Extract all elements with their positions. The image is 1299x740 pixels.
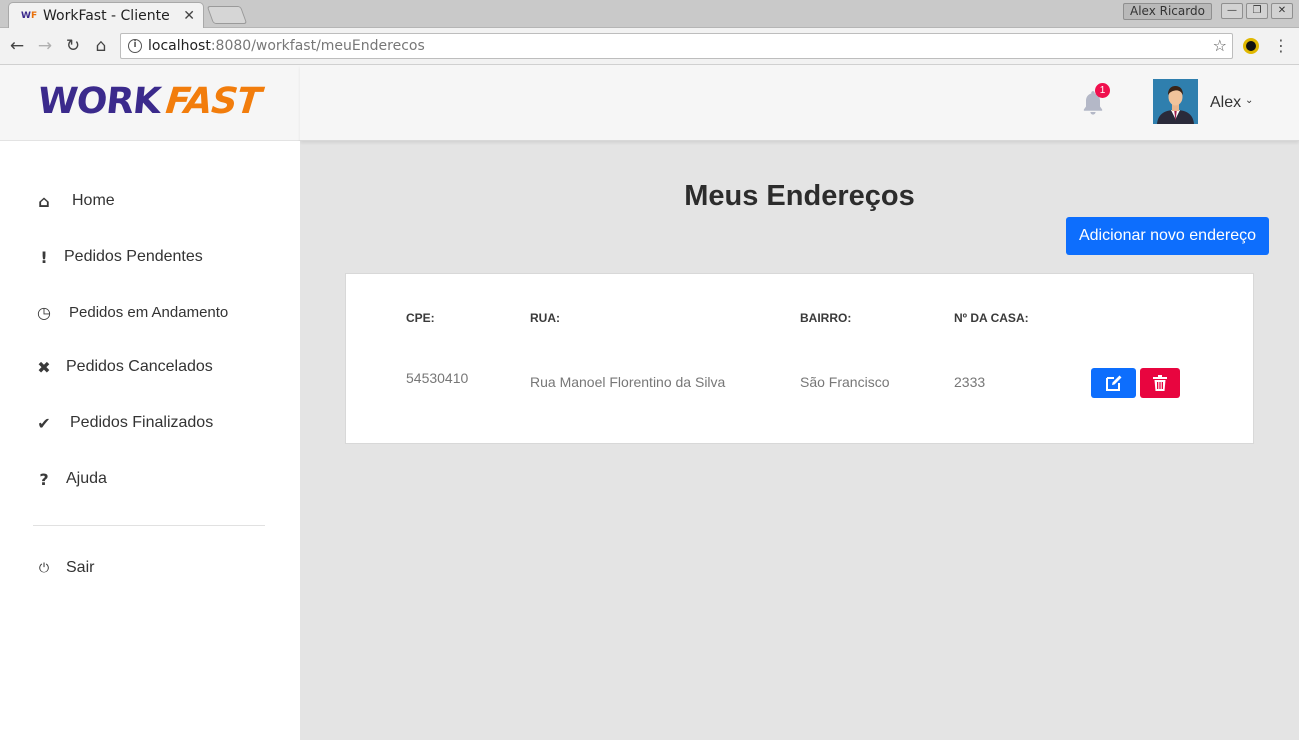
sidebar-item-pedidos-finalizados[interactable]: ✔ Pedidos Finalizados [33,411,213,435]
column-header-numero: Nº DA CASA: [954,311,1029,325]
favicon-icon: WF [21,10,38,21]
browser-tab-bar: WF WorkFast - Cliente ✕ Alex Ricardo — ❐… [0,0,1299,28]
clock-icon: ◷ [37,302,51,322]
sidebar-item-pedidos-pendentes[interactable]: ! Pedidos Pendentes [33,245,203,269]
sidebar-item-label: Pedidos Finalizados [70,414,214,431]
column-header-cep: CPE: [406,311,435,325]
info-icon[interactable]: i [128,39,142,53]
delete-address-button[interactable] [1140,368,1180,398]
edit-address-button[interactable] [1091,368,1136,398]
sidebar-item-label: Pedidos Cancelados [66,358,213,375]
new-tab-button[interactable] [206,6,248,24]
tab-close-icon[interactable]: ✕ [183,8,195,24]
times-icon: ✖ [37,357,51,377]
column-header-rua: RUA: [530,311,560,325]
page-title: Meus Endereços [684,180,915,212]
sidebar-item-sair[interactable]: ⏻ Sair [33,556,95,580]
sidebar-item-label: Pedidos em Andamento [69,303,229,321]
addresses-table: CPE: RUA: BAIRRO: Nº DA CASA: 54530410 R… [345,273,1254,444]
bookmark-star-icon[interactable]: ☆ [1213,36,1227,55]
app-header: 1 Alex ⌄ [300,65,1299,141]
power-icon: ⏻ [38,560,50,576]
sidebar-item-pedidos-em-andamento[interactable]: ◷ Pedidos em Andamento [33,300,228,324]
browser-tab[interactable]: WF WorkFast - Cliente ✕ [8,2,204,28]
question-icon: ? [39,469,49,489]
notifications-button[interactable]: 1 [1080,83,1110,117]
extension-icon[interactable] [1243,38,1259,54]
profile-chip[interactable]: Alex Ricardo [1123,3,1212,20]
browser-toolbar: ← → ↻ ⌂ i localhost:8080/workfast/meuEnd… [0,28,1299,65]
sidebar-item-ajuda[interactable]: ? Ajuda [33,467,107,491]
url-text: localhost:8080/workfast/meuEnderecos [148,38,425,54]
close-window-button[interactable]: ✕ [1271,3,1293,19]
sidebar: ⌂ Home ! Pedidos Pendentes ◷ Pedidos em … [0,141,300,740]
user-avatar-icon [1153,79,1198,124]
logo-area: WORKFAST [0,65,300,141]
forward-icon[interactable]: → [34,36,56,56]
check-icon: ✔ [37,413,51,433]
user-menu-name[interactable]: Alex [1210,94,1241,112]
sidebar-item-home[interactable]: ⌂ Home [33,189,115,213]
avatar[interactable] [1153,79,1198,124]
home-icon: ⌂ [38,191,50,211]
address-bar[interactable]: i localhost:8080/workfast/meuEnderecos ☆ [120,33,1233,59]
home-nav-icon[interactable]: ⌂ [90,36,112,56]
notification-badge: 1 [1095,83,1110,98]
sidebar-divider [33,525,265,526]
reload-icon[interactable]: ↻ [62,36,84,56]
minimize-button[interactable]: — [1221,3,1243,19]
exclamation-icon: ! [40,247,48,267]
chevron-down-icon[interactable]: ⌄ [1245,95,1253,106]
sidebar-item-label: Home [72,192,115,209]
cell-bairro: São Francisco [800,374,890,390]
browser-menu-icon[interactable]: ⋮ [1273,36,1289,56]
tab-title: WorkFast - Cliente [43,7,170,24]
cell-numero: 2333 [954,374,986,390]
maximize-button[interactable]: ❐ [1246,3,1268,19]
edit-icon [1105,375,1121,391]
back-icon[interactable]: ← [6,36,28,56]
cell-cep: 54530410 [406,370,469,386]
add-address-button[interactable]: Adicionar novo endereço [1066,217,1269,255]
sidebar-item-pedidos-cancelados[interactable]: ✖ Pedidos Cancelados [33,355,213,379]
column-header-bairro: BAIRRO: [800,311,852,325]
sidebar-item-label: Pedidos Pendentes [64,248,203,265]
sidebar-item-label: Sair [66,559,95,576]
workfast-logo[interactable]: WORKFAST [36,81,263,122]
trash-icon [1153,375,1167,391]
sidebar-item-label: Ajuda [66,470,107,487]
cell-rua: Rua Manoel Florentino da Silva [530,374,726,390]
